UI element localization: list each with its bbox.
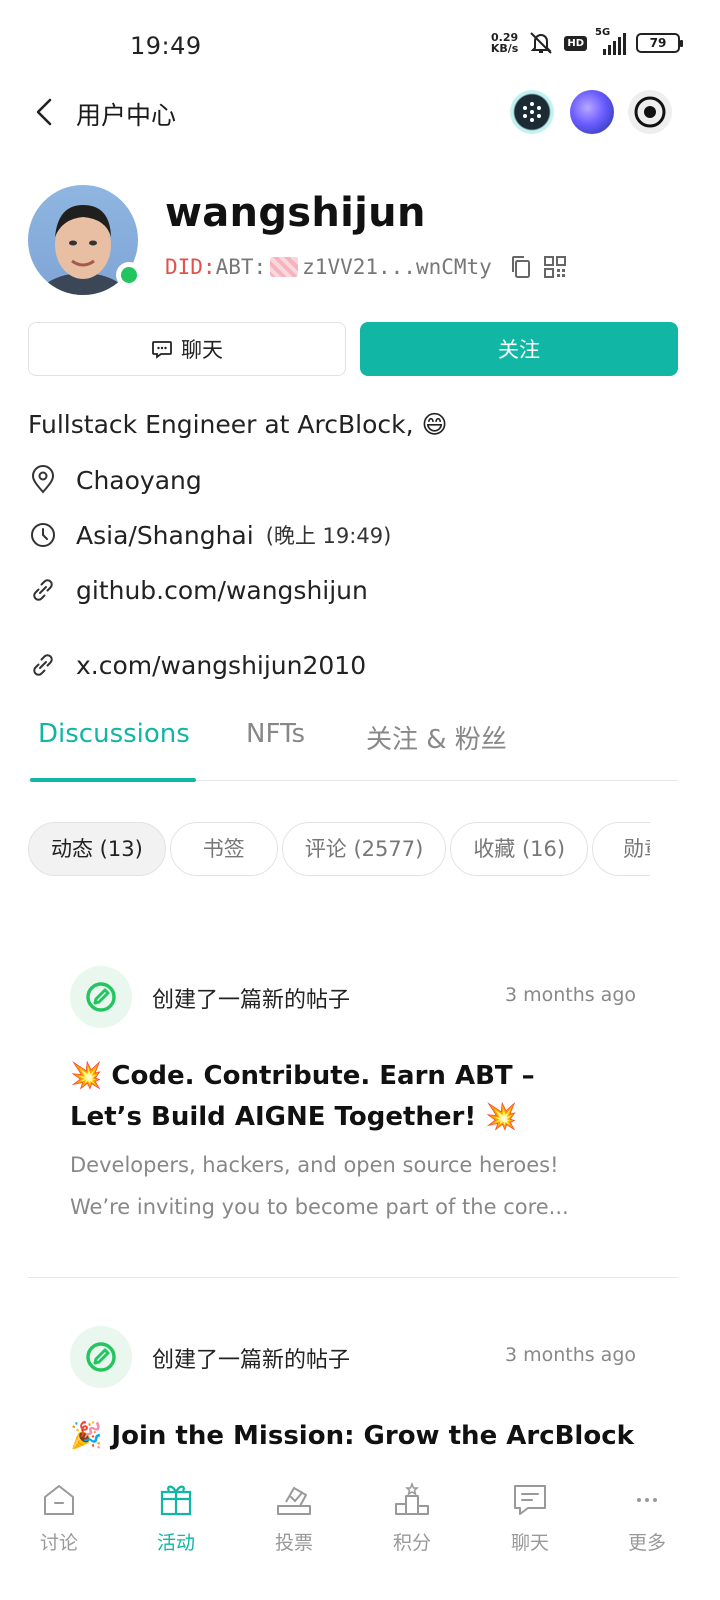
chat-bubble-icon bbox=[152, 341, 172, 359]
chip-favorites[interactable]: 收藏 (16) bbox=[450, 822, 589, 876]
post-create-icon bbox=[70, 1326, 132, 1388]
post-time: 3 months ago bbox=[504, 1344, 636, 1366]
did-avatar-icon bbox=[270, 257, 299, 277]
divider bbox=[28, 1277, 678, 1278]
podium-icon bbox=[395, 1481, 429, 1515]
did-value: z1VV21...wnCMty bbox=[302, 255, 492, 279]
clock-icon bbox=[31, 523, 55, 547]
online-status-dot bbox=[116, 262, 142, 288]
profile-tabs: Discussions NFTs 关注 & 粉丝 bbox=[28, 705, 678, 782]
post-title[interactable]: 🎉 Join the Mission: Grow the ArcBlock bbox=[70, 1416, 650, 1457]
post-action: 创建了一篇新的帖子 bbox=[152, 988, 351, 1013]
status-bar: 19:49 0.29 KB/s HD 5G 79 bbox=[0, 0, 720, 80]
post-action: 创建了一篇新的帖子 bbox=[152, 1348, 351, 1373]
chip-activity[interactable]: 动态 (13) bbox=[28, 822, 166, 876]
pencil-icon bbox=[86, 1342, 116, 1372]
tab-discussions[interactable]: Discussions bbox=[38, 719, 190, 749]
active-tab-indicator bbox=[30, 778, 196, 782]
nav-item-more[interactable]: 更多 bbox=[597, 1480, 697, 1555]
app-header: 用户中心 bbox=[0, 80, 720, 144]
qr-code-icon[interactable] bbox=[543, 256, 566, 278]
link-row-github[interactable]: github.com/wangshijun bbox=[28, 575, 368, 605]
hd-badge: HD bbox=[564, 35, 587, 51]
chat-button[interactable]: 聊天 bbox=[28, 322, 346, 376]
link-row-x[interactable]: x.com/wangshijun2010 bbox=[28, 650, 366, 680]
filter-chips: 动态 (13)书签评论 (2577)收藏 (16)勋章 bbox=[28, 822, 650, 878]
app-logo-icon[interactable] bbox=[510, 90, 554, 134]
nav-item-chat[interactable]: 聊天 bbox=[480, 1480, 580, 1555]
username: wangshijun bbox=[165, 190, 426, 236]
pencil-icon bbox=[86, 982, 116, 1012]
link-icon bbox=[33, 579, 53, 601]
status-indicators: 0.29 KB/s HD 5G 79 bbox=[490, 27, 683, 56]
user-avatar-icon[interactable] bbox=[570, 90, 614, 134]
status-time: 19:49 bbox=[130, 32, 202, 60]
chip-comments[interactable]: 评论 (2577) bbox=[281, 822, 447, 876]
location-pin-icon bbox=[31, 465, 55, 494]
post-excerpt: Developers, hackers, and open source her… bbox=[70, 1153, 569, 1219]
page-title: 用户中心 bbox=[76, 101, 177, 130]
nav-item-vote[interactable]: 投票 bbox=[244, 1480, 344, 1555]
tab-follow-fans[interactable]: 关注 & 粉丝 bbox=[366, 719, 507, 756]
link-icon bbox=[33, 654, 53, 676]
chip-bookmarks[interactable]: 书签 bbox=[169, 822, 278, 876]
post-title[interactable]: 💥 Code. Contribute. Earn ABT – Let’s Bui… bbox=[70, 1056, 590, 1138]
nav-item-activity[interactable]: 活动 bbox=[126, 1480, 226, 1555]
record-button-icon[interactable] bbox=[628, 90, 672, 134]
signal-icon: 5G bbox=[595, 27, 626, 55]
bottom-nav: 讨论 活动 投票 积分 聊天 更多 bbox=[0, 1470, 720, 1600]
did-prefix: DID: bbox=[165, 255, 216, 279]
back-arrow-icon[interactable] bbox=[30, 94, 62, 130]
nav-item-points[interactable]: 积分 bbox=[362, 1480, 462, 1555]
bio: Fullstack Engineer at ArcBlock, 😄 bbox=[28, 410, 448, 439]
local-time-text: (晚上 19:49) bbox=[265, 524, 392, 548]
timezone-row: Asia/Shanghai (晚上 19:49) bbox=[28, 520, 391, 550]
tab-nfts[interactable]: NFTs bbox=[246, 719, 305, 749]
network-speed: 0.29 KB/s bbox=[490, 31, 519, 55]
muted-bell-icon bbox=[530, 32, 553, 54]
chip-badges[interactable]: 勋章 bbox=[592, 822, 650, 876]
location-text: Chaoyang bbox=[76, 465, 202, 495]
home-icon bbox=[44, 1485, 74, 1515]
did-chain: ABT: bbox=[215, 255, 267, 279]
battery-icon: 79 bbox=[636, 33, 683, 53]
follow-button-label: 关注 bbox=[498, 338, 540, 362]
did-row: DID: ABT: z1VV21...wnCMty bbox=[165, 255, 566, 279]
timezone-text: Asia/Shanghai bbox=[76, 520, 254, 550]
gift-icon bbox=[160, 1485, 192, 1516]
follow-button[interactable]: 关注 bbox=[360, 322, 678, 376]
post-time: 3 months ago bbox=[504, 984, 636, 1006]
vote-icon bbox=[277, 1487, 311, 1515]
chat-button-label: 聊天 bbox=[181, 338, 223, 362]
link-text[interactable]: x.com/wangshijun2010 bbox=[76, 651, 366, 680]
more-icon bbox=[637, 1498, 657, 1502]
copy-icon[interactable] bbox=[510, 255, 532, 279]
chat-icon bbox=[514, 1485, 546, 1515]
post-create-icon bbox=[70, 966, 132, 1028]
nav-item-discuss[interactable]: 讨论 bbox=[9, 1480, 109, 1555]
link-text[interactable]: github.com/wangshijun bbox=[76, 576, 368, 605]
location-row: Chaoyang bbox=[28, 465, 202, 495]
